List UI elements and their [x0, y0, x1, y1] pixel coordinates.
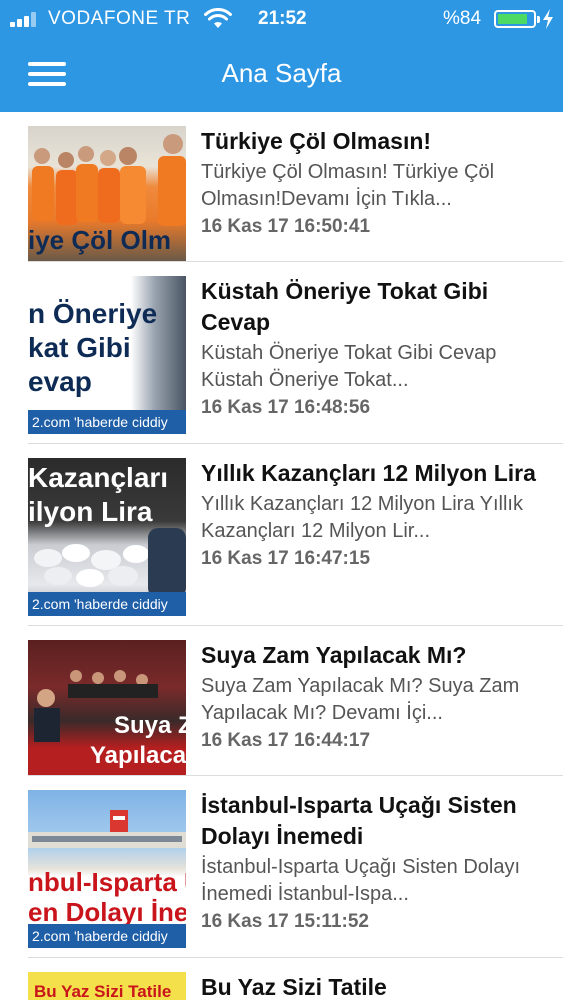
page-title: Ana Sayfa — [221, 58, 342, 88]
news-title: İstanbul-Isparta Uçağı Sisten Dolayı İne… — [201, 792, 517, 849]
news-content: Türkiye Çöl Olmasın! Türkiye Çöl Olmasın… — [201, 126, 551, 238]
news-content: Suya Zam Yapılacak Mı? Suya Zam Yapılaca… — [201, 640, 551, 752]
battery-icon — [494, 10, 540, 28]
news-thumbnail: Bu Yaz Sizi Tatile — [28, 972, 186, 1000]
news-date: 16 Kas 17 16:50:41 — [201, 216, 371, 237]
news-thumbnail: Suya Z Yapılacak — [28, 640, 186, 775]
news-title: Suya Zam Yapılacak Mı? — [201, 642, 467, 668]
battery-percent: %84 — [443, 8, 482, 29]
news-title: Türkiye Çöl Olmasın! — [201, 128, 432, 154]
news-item[interactable]: n Öneriye kat Gibi evap 2.com 'haberde c… — [28, 262, 563, 444]
news-thumbnail: iye Çöl Olm — [28, 126, 186, 261]
app-header: VODAFONE TR 21:52 %84 Ana Sayfa — [0, 0, 563, 112]
news-item[interactable]: Suya Z Yapılacak Suya Zam Yapılacak Mı? … — [28, 626, 563, 776]
news-item[interactable]: nbul-Isparta U en Dolayı İner 2.com 'hab… — [28, 776, 563, 958]
battery-level — [498, 14, 527, 24]
news-item[interactable]: Kazançları ilyon Lira 2.com 'haberde cid… — [28, 444, 563, 626]
news-item[interactable]: iye Çöl Olm Türkiye Çöl Olmasın! Türkiye… — [28, 112, 563, 262]
signal-strength-icon — [10, 11, 40, 27]
news-content: İstanbul-Isparta Uçağı Sisten Dolayı İne… — [201, 790, 551, 933]
thumbnail-caption-line: n Öneriye — [28, 298, 158, 329]
status-time: 21:52 — [258, 8, 307, 29]
thumbnail-caption-line: ilyon Lira — [28, 496, 153, 527]
thumbnail-caption: iye Çöl Olm — [28, 225, 172, 255]
thumbnail-banner: 2.com 'haberde ciddiy — [28, 924, 186, 948]
thumbnail-caption-line: Kazançları — [28, 462, 169, 493]
status-bar: VODAFONE TR 21:52 %84 — [0, 0, 563, 38]
nav-bar: Ana Sayfa — [0, 38, 563, 112]
thumbnail-caption-line: Suya Z — [114, 712, 186, 739]
news-content: Bu Yaz Sizi Tatile — [201, 972, 551, 1000]
thumbnail-banner: 2.com 'haberde ciddiy — [28, 592, 186, 616]
thumbnail-caption: Bu Yaz Sizi Tatile — [34, 982, 172, 1000]
news-content: Yıllık Kazançları 12 Milyon Lira Yıllık … — [201, 458, 551, 570]
news-title: Küstah Öneriye Tokat Gibi Cevap — [201, 278, 489, 335]
news-summary: Küstah Öneriye Tokat Gibi Cevap Küstah Ö… — [201, 342, 497, 391]
thumbnail-caption-line: nbul-Isparta U — [28, 867, 186, 897]
news-item[interactable]: Bu Yaz Sizi Tatile Bu Yaz Sizi Tatile — [28, 958, 563, 1000]
news-summary: Suya Zam Yapılacak Mı? Suya Zam Yapılaca… — [201, 675, 520, 724]
wifi-icon — [204, 8, 232, 28]
news-date: 16 Kas 17 16:48:56 — [201, 397, 371, 418]
thumbnail-banner: 2.com 'haberde ciddiy — [28, 410, 186, 434]
news-list: iye Çöl Olm Türkiye Çöl Olmasın! Türkiye… — [0, 112, 563, 1000]
news-thumbnail: nbul-Isparta U en Dolayı İner 2.com 'hab… — [28, 790, 186, 948]
news-date: 16 Kas 17 15:11:52 — [201, 911, 369, 932]
news-content: Küstah Öneriye Tokat Gibi Cevap Küstah Ö… — [201, 276, 551, 419]
news-title: Bu Yaz Sizi Tatile — [201, 974, 387, 1000]
news-summary: İstanbul-Isparta Uçağı Sisten Dolayı İne… — [201, 856, 521, 905]
charging-bolt-icon — [543, 9, 553, 29]
news-date: 16 Kas 17 16:44:17 — [201, 730, 371, 751]
news-title: Yıllık Kazançları 12 Milyon Lira — [201, 460, 536, 486]
thumbnail-caption-line: kat Gibi — [28, 332, 131, 363]
news-summary: Türkiye Çöl Olmasın! Türkiye Çöl Olmasın… — [201, 161, 495, 210]
carrier-name: VODAFONE TR — [48, 8, 191, 29]
news-thumbnail: n Öneriye kat Gibi evap 2.com 'haberde c… — [28, 276, 186, 434]
thumbnail-caption-line: Yapılacak — [90, 742, 186, 769]
thumbnail-caption-line: evap — [28, 366, 92, 397]
news-thumbnail: Kazançları ilyon Lira 2.com 'haberde cid… — [28, 458, 186, 616]
news-summary: Yıllık Kazançları 12 Milyon Lira Yıllık … — [201, 493, 523, 542]
news-date: 16 Kas 17 16:47:15 — [201, 548, 371, 569]
airport-photo — [28, 810, 186, 848]
